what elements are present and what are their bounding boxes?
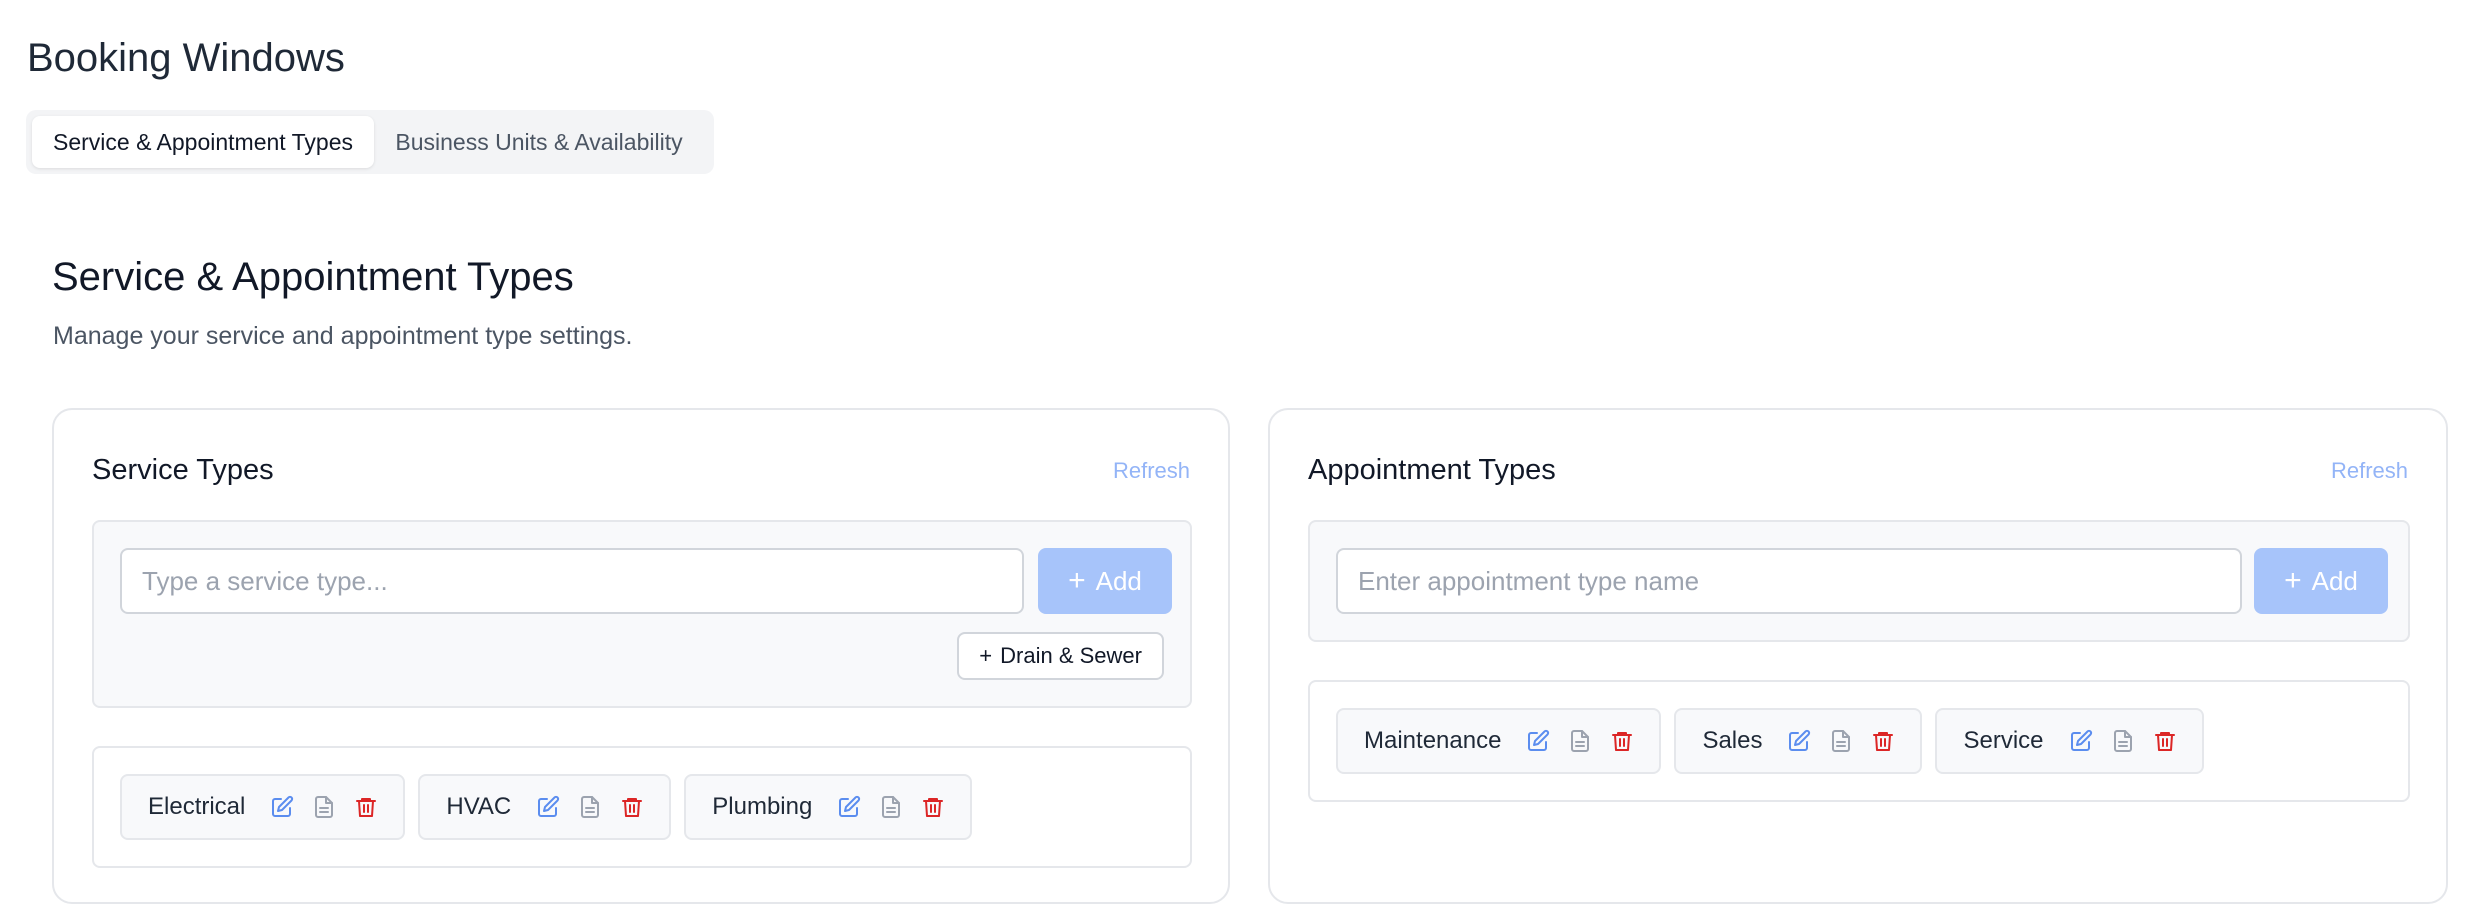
edit-icon[interactable] [1786, 728, 1812, 754]
edit-icon[interactable] [836, 794, 862, 820]
trash-icon[interactable] [353, 794, 379, 820]
document-icon[interactable] [311, 794, 337, 820]
service-types-refresh-button[interactable]: Refresh [1113, 458, 1190, 484]
service-type-chip: HVAC [418, 774, 672, 840]
document-icon[interactable] [1567, 728, 1593, 754]
suggestion-label: Drain & Sewer [1000, 643, 1142, 668]
service-type-chip: Plumbing [684, 774, 973, 840]
appointment-type-input-panel: + Add [1308, 520, 2410, 642]
appointment-type-input[interactable] [1336, 548, 2242, 614]
service-types-card: Service Types Refresh + Add + Drain & Se… [52, 408, 1230, 904]
edit-icon[interactable] [1525, 728, 1551, 754]
plus-icon: + [979, 643, 993, 668]
section-title: Service & Appointment Types [52, 255, 574, 299]
appointment-type-chip: Service [1935, 708, 2204, 774]
tab-bar: Service & Appointment Types Business Uni… [26, 110, 714, 174]
tab-service-appointment-types[interactable]: Service & Appointment Types [32, 116, 374, 168]
chip-label: Maintenance [1364, 727, 1502, 754]
appointment-types-list: Maintenance Sales Service [1308, 680, 2410, 802]
appointment-types-refresh-button[interactable]: Refresh [2331, 458, 2408, 484]
plus-icon: + [2284, 564, 2302, 597]
service-types-list: Electrical HVAC Plumbing [92, 746, 1192, 868]
chip-label: HVAC [446, 793, 512, 820]
service-type-input[interactable] [120, 548, 1024, 614]
trash-icon[interactable] [1609, 728, 1635, 754]
chip-label: Service [1963, 727, 2044, 754]
service-type-input-panel: + Add + Drain & Sewer [92, 520, 1192, 708]
chip-label: Electrical [148, 793, 246, 820]
trash-icon[interactable] [920, 794, 946, 820]
add-service-type-button[interactable]: + Add [1038, 548, 1172, 614]
appointment-type-chip: Sales [1674, 708, 1923, 774]
service-type-chip: Electrical [120, 774, 406, 840]
document-icon[interactable] [577, 794, 603, 820]
add-appointment-type-button[interactable]: + Add [2254, 548, 2388, 614]
trash-icon[interactable] [619, 794, 645, 820]
service-types-title: Service Types [92, 454, 274, 486]
edit-icon[interactable] [269, 794, 295, 820]
plus-icon: + [1068, 564, 1086, 597]
chip-label: Sales [1702, 727, 1763, 754]
trash-icon[interactable] [2152, 728, 2178, 754]
document-icon[interactable] [1828, 728, 1854, 754]
trash-icon[interactable] [1870, 728, 1896, 754]
page-title: Booking Windows [27, 36, 345, 80]
suggestion-drain-sewer-button[interactable]: + Drain & Sewer [957, 632, 1164, 680]
tab-business-units-availability[interactable]: Business Units & Availability [374, 116, 704, 168]
appointment-types-title: Appointment Types [1308, 454, 1556, 486]
edit-icon[interactable] [535, 794, 561, 820]
section-subtitle: Manage your service and appointment type… [53, 322, 633, 350]
edit-icon[interactable] [2068, 728, 2094, 754]
appointment-types-card: Appointment Types Refresh + Add Maintena… [1268, 408, 2448, 904]
document-icon[interactable] [878, 794, 904, 820]
document-icon[interactable] [2110, 728, 2136, 754]
add-service-type-label: Add [1095, 565, 1142, 596]
chip-label: Plumbing [712, 793, 813, 820]
appointment-type-chip: Maintenance [1336, 708, 1662, 774]
add-appointment-type-label: Add [2311, 565, 2358, 596]
